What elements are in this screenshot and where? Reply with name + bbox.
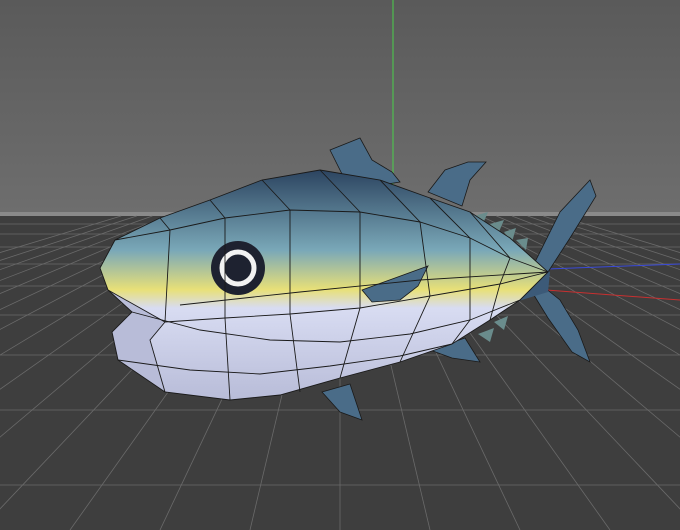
eye-pupil [229,259,247,277]
viewport-scene [0,0,680,530]
3d-viewport[interactable] [0,0,680,530]
